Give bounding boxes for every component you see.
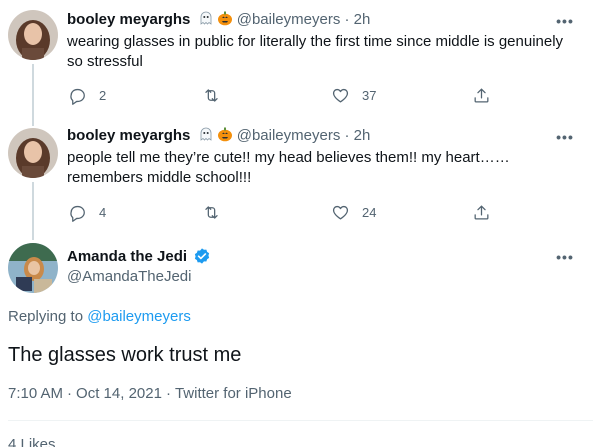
thread-line <box>32 230 34 240</box>
thread-line <box>32 120 34 126</box>
pumpkin-emoji-icon <box>217 126 233 142</box>
thread-line <box>32 64 34 120</box>
reply-count: 2 <box>99 87 107 103</box>
like-count: 37 <box>362 87 377 103</box>
thread-line <box>32 182 34 230</box>
pumpkin-emoji-icon <box>217 10 233 26</box>
reply-icon <box>70 88 85 105</box>
avatar-image <box>8 128 58 178</box>
heart-icon <box>332 88 349 102</box>
focused-tweet: Amanda the Jedi @AmandaTheJedi ••• <box>0 230 601 447</box>
more-options-icon[interactable]: ••• <box>555 130 575 150</box>
separator-dot: · <box>344 127 350 144</box>
ghost-emoji-icon <box>198 126 214 142</box>
avatar-image <box>8 243 58 293</box>
likes-count-link[interactable]: 4 Likes <box>8 436 56 447</box>
author-name[interactable]: booley meyarghs <box>67 11 190 28</box>
retweet-button[interactable] <box>202 84 233 106</box>
timestamp[interactable]: 2h <box>354 127 371 144</box>
replying-to-handle-link[interactable]: @baileymeyers <box>87 308 191 325</box>
tweet-source[interactable]: Twitter for iPhone <box>175 385 292 402</box>
tweet-time[interactable]: 7:10 AM <box>8 385 63 402</box>
reply-button[interactable]: 2 <box>68 84 106 106</box>
more-options-icon[interactable]: ••• <box>555 250 575 270</box>
avatar-image <box>8 10 58 60</box>
retweet-icon <box>205 88 218 102</box>
avatar[interactable] <box>8 128 58 178</box>
like-button[interactable]: 24 <box>331 201 376 223</box>
thread-tweet[interactable]: booley meyarghs @baileymeyers · 2h ••• w… <box>0 0 601 120</box>
retweet-button[interactable] <box>202 201 233 223</box>
share-icon <box>474 205 489 219</box>
reply-count: 4 <box>99 204 107 220</box>
author-handle[interactable]: @baileymeyers <box>237 127 341 144</box>
tweet-date[interactable]: Oct 14, 2021 <box>76 385 162 402</box>
author-name[interactable]: Amanda the Jedi <box>67 248 187 265</box>
retweet-icon <box>205 205 218 219</box>
author-handle[interactable]: @AmandaTheJedi <box>67 267 191 287</box>
timestamp[interactable]: 2h <box>354 11 371 28</box>
author-handle[interactable]: @baileymeyers <box>237 11 341 28</box>
replying-to-label: Replying to <box>8 308 84 325</box>
avatar[interactable] <box>8 243 58 293</box>
separator-dot: · <box>67 385 73 402</box>
divider <box>8 420 593 421</box>
tweet-text: people tell me they’re cute!! my head be… <box>67 149 510 186</box>
tweet-text: The glasses work trust me <box>8 344 242 366</box>
ghost-emoji-icon <box>198 10 214 26</box>
reply-icon <box>70 205 85 222</box>
share-icon <box>474 88 489 102</box>
replying-to: Replying to @baileymeyers <box>8 308 191 325</box>
verified-badge-icon <box>193 247 211 265</box>
author-name[interactable]: booley meyarghs <box>67 127 190 144</box>
separator-dot: · <box>165 385 171 402</box>
thread-tweet[interactable]: booley meyarghs @baileymeyers · 2h ••• p… <box>0 120 601 230</box>
share-button[interactable] <box>472 84 491 106</box>
tweet-metadata: 7:10 AM · Oct 14, 2021 · Twitter for iPhone <box>8 385 292 402</box>
tweet-text: wearing glasses in public for literally … <box>67 33 564 70</box>
more-options-icon[interactable]: ••• <box>555 14 575 34</box>
like-count: 24 <box>362 204 377 220</box>
reply-button[interactable]: 4 <box>68 201 106 223</box>
like-button[interactable]: 37 <box>331 84 376 106</box>
share-button[interactable] <box>472 201 491 223</box>
heart-icon <box>332 205 349 219</box>
avatar[interactable] <box>8 10 58 60</box>
separator-dot: · <box>344 11 350 28</box>
